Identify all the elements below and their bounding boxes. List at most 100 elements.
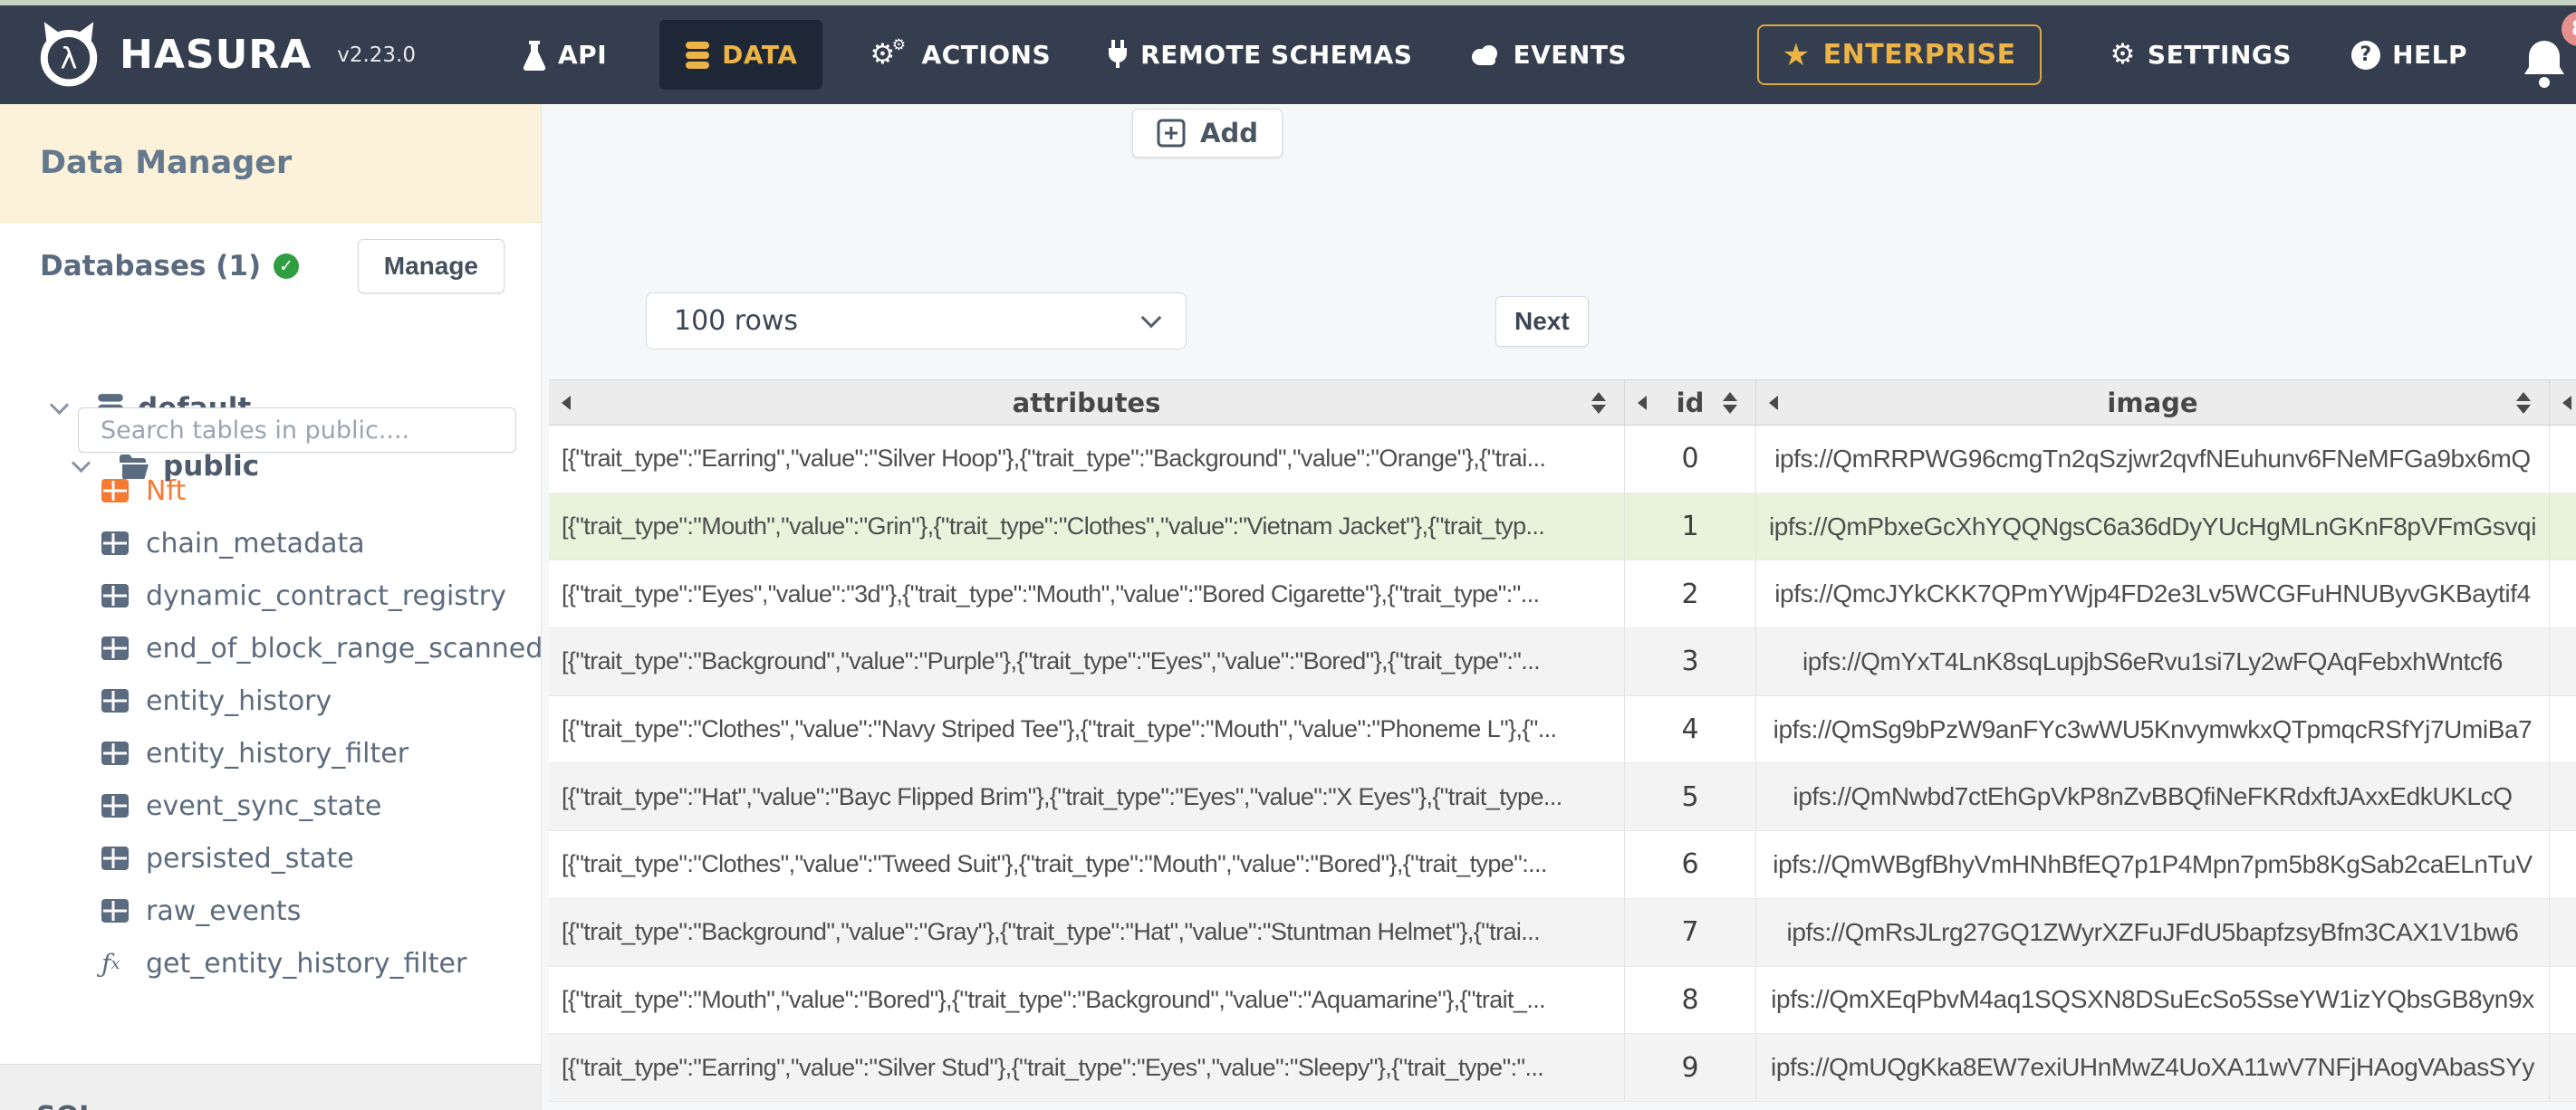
table-row[interactable]: [{"trait_type":"Background","value":"Gra… xyxy=(549,898,2576,967)
table-header: attributes id image xyxy=(549,379,2576,426)
collapse-column-icon[interactable] xyxy=(2562,395,2571,410)
sidebar-table-item[interactable]: ƒx event_sync_state xyxy=(0,780,541,832)
cell-id[interactable]: 9 xyxy=(1625,1034,1756,1101)
cell-image[interactable]: ipfs://QmRsJLrg27GQ1ZWyrXZFuJFdU5bapfzsy… xyxy=(1756,898,2550,966)
nav-item-data[interactable]: DATA xyxy=(659,20,823,90)
plug-icon xyxy=(1107,39,1129,71)
table-row[interactable]: [{"trait_type":"Eyes","value":"3d"},{"tr… xyxy=(549,560,2576,629)
sidebar-table-item[interactable]: ƒx Nft xyxy=(0,464,541,517)
cell-partial[interactable] xyxy=(2550,560,2576,627)
cell-id[interactable]: 7 xyxy=(1625,898,1756,966)
hasura-logo[interactable]: λ xyxy=(33,19,105,91)
collapse-column-icon[interactable] xyxy=(1638,395,1647,410)
sidebar-table-item[interactable]: ƒx entity_history_filter xyxy=(0,727,541,780)
nav-item-events[interactable]: EVENTS xyxy=(1470,40,1627,70)
cell-id[interactable]: 1 xyxy=(1625,493,1756,560)
search-tables-input[interactable] xyxy=(78,407,516,453)
cell-attributes[interactable]: [{"trait_type":"Clothes","value":"Navy S… xyxy=(549,695,1625,763)
cell-image[interactable]: ipfs://QmWBgfBhyVmHNhBfEQ7p1P4Mpn7pm5b8K… xyxy=(1756,831,2550,898)
cell-attributes[interactable]: [{"trait_type":"Earring","value":"Silver… xyxy=(549,1034,1625,1101)
cell-partial[interactable] xyxy=(2550,899,2576,966)
cell-partial[interactable] xyxy=(2550,763,2576,830)
cell-partial[interactable] xyxy=(2550,426,2576,493)
column-header-attributes[interactable]: attributes xyxy=(549,380,1625,425)
collapse-column-icon[interactable] xyxy=(1769,395,1778,410)
sidebar-table-item[interactable]: ƒx dynamic_contract_registry xyxy=(0,569,541,622)
cell-image[interactable]: ipfs://QmRRPWG96cmgTn2qSzjwr2qvfNEuhunv6… xyxy=(1756,426,2550,493)
notifications-button[interactable]: 8 xyxy=(2520,11,2576,91)
cell-id[interactable]: 5 xyxy=(1625,763,1756,831)
cell-attributes[interactable]: [{"trait_type":"Background","value":"Pur… xyxy=(549,628,1625,695)
column-header-id[interactable]: id xyxy=(1625,380,1756,425)
cell-partial[interactable] xyxy=(2550,696,2576,763)
sidebar-table-item[interactable]: ƒx get_entity_history_filter xyxy=(0,937,541,990)
bell-icon xyxy=(2524,40,2564,88)
cell-id[interactable]: 8 xyxy=(1625,966,1756,1034)
sidebar-table-item[interactable]: ƒx persisted_state xyxy=(0,832,541,885)
sidebar-table-item[interactable]: ƒx entity_history xyxy=(0,675,541,727)
table-row[interactable]: [{"trait_type":"Clothes","value":"Navy S… xyxy=(549,695,2576,764)
add-button[interactable]: Add xyxy=(1132,109,1283,158)
cell-id[interactable]: 2 xyxy=(1625,560,1756,628)
table-row[interactable]: [{"trait_type":"Mouth","value":"Grin"},{… xyxy=(549,493,2576,561)
cell-partial[interactable] xyxy=(2550,628,2576,695)
svg-text:λ: λ xyxy=(61,41,78,75)
sidebar-table-item[interactable]: ƒx raw_events xyxy=(0,885,541,937)
cell-attributes[interactable]: [{"trait_type":"Mouth","value":"Grin"},{… xyxy=(549,493,1625,560)
cell-attributes[interactable]: [{"trait_type":"Earring","value":"Silver… xyxy=(549,426,1625,493)
cell-image[interactable]: ipfs://QmcJYkCKK7QPmYWjp4FD2e3Lv5WCGFuHN… xyxy=(1756,560,2550,628)
cell-partial[interactable] xyxy=(2550,1034,2576,1101)
sort-icon[interactable] xyxy=(2516,391,2531,414)
nav-item-label: EVENTS xyxy=(1513,40,1628,70)
brand-text: HASURA xyxy=(120,32,312,78)
navbar: λ HASURA v2.23.0 API DATA ⚙ ⚙ ACTIONS RE… xyxy=(0,5,2576,104)
table-row[interactable]: [{"trait_type":"Clothes","value":"Tweed … xyxy=(549,831,2576,899)
sidebar-table-item[interactable]: ƒx end_of_block_range_scanned_data xyxy=(0,622,618,675)
cell-attributes[interactable]: [{"trait_type":"Background","value":"Gra… xyxy=(549,898,1625,966)
column-header-image[interactable]: image xyxy=(1756,380,2550,425)
chevron-down-icon[interactable] xyxy=(49,395,70,415)
nav-item-api[interactable]: API xyxy=(523,40,607,71)
cell-id[interactable]: 0 xyxy=(1625,426,1756,493)
cell-id[interactable]: 3 xyxy=(1625,628,1756,695)
next-page-button[interactable]: Next xyxy=(1495,296,1589,347)
rows-per-page-select[interactable]: 100 rows xyxy=(646,292,1187,349)
cell-image[interactable]: ipfs://QmNwbd7ctEhGpVkP8nZvBBQfiNeFKRdxf… xyxy=(1756,763,2550,831)
cell-partial[interactable] xyxy=(2550,493,2576,560)
cell-attributes[interactable]: [{"trait_type":"Clothes","value":"Tweed … xyxy=(549,831,1625,898)
table-row[interactable]: [{"trait_type":"Hat","value":"Bayc Flipp… xyxy=(549,763,2576,832)
cell-image[interactable]: ipfs://QmPbxeGcXhYQQNgsC6a36dDyYUcHgMLnG… xyxy=(1756,493,2550,560)
check-circle-icon: ✓ xyxy=(274,254,300,279)
table-row[interactable]: [{"trait_type":"Background","value":"Pur… xyxy=(549,628,2576,696)
cell-image[interactable]: ipfs://QmXEqPbvM4aq1SQSXN8DSuEcSo5SseYW1… xyxy=(1756,966,2550,1034)
nav-item-label: ACTIONS xyxy=(921,40,1052,70)
sidebar-table-item[interactable]: ƒx chain_metadata xyxy=(0,517,541,569)
cell-partial[interactable] xyxy=(2550,831,2576,898)
sort-icon[interactable] xyxy=(1723,391,1737,414)
cell-image[interactable]: ipfs://QmSg9bPzW9anFYc3wWU5KnvymwkxQTpmq… xyxy=(1756,695,2550,763)
cell-id[interactable]: 4 xyxy=(1625,695,1756,763)
table-row[interactable]: [{"trait_type":"Mouth","value":"Bored"},… xyxy=(549,966,2576,1035)
cloud-icon xyxy=(1470,44,1501,66)
nav-item-remote-schemas[interactable]: REMOTE SCHEMAS xyxy=(1107,39,1412,71)
cell-image[interactable]: ipfs://QmYxT4LnK8sqLupjbS6eRvu1si7Ly2wFQ… xyxy=(1756,628,2550,695)
cell-attributes[interactable]: [{"trait_type":"Mouth","value":"Bored"},… xyxy=(549,966,1625,1034)
sort-icon[interactable] xyxy=(1591,391,1606,414)
table-row[interactable]: [{"trait_type":"Earring","value":"Silver… xyxy=(549,1034,2576,1102)
table-row[interactable]: [{"trait_type":"Earring","value":"Silver… xyxy=(549,426,2576,493)
nav-item-settings[interactable]: ⚙ SETTINGS xyxy=(2110,40,2292,70)
enterprise-label: ENTERPRISE xyxy=(1822,39,2016,71)
cell-attributes[interactable]: [{"trait_type":"Eyes","value":"3d"},{"tr… xyxy=(549,560,1625,628)
enterprise-button[interactable]: ★ ENTERPRISE xyxy=(1756,24,2042,85)
nav-item-actions[interactable]: ⚙ ⚙ ACTIONS xyxy=(870,36,1052,71)
nav-item-help[interactable]: ? HELP xyxy=(2351,40,2467,70)
column-label: attributes xyxy=(1012,387,1161,418)
cell-attributes[interactable]: [{"trait_type":"Hat","value":"Bayc Flipp… xyxy=(549,763,1625,831)
cell-image[interactable]: ipfs://QmUQgKka8EW7exiUHnMwZ4UoXA11wV7NF… xyxy=(1756,1034,2550,1101)
manage-button[interactable]: Manage xyxy=(357,239,505,293)
cell-id[interactable]: 6 xyxy=(1625,831,1756,898)
column-header-partial[interactable] xyxy=(2550,380,2576,425)
collapse-column-icon[interactable] xyxy=(562,395,571,410)
cell-partial[interactable] xyxy=(2550,967,2576,1034)
sql-link[interactable]: SQL xyxy=(36,1101,96,1110)
